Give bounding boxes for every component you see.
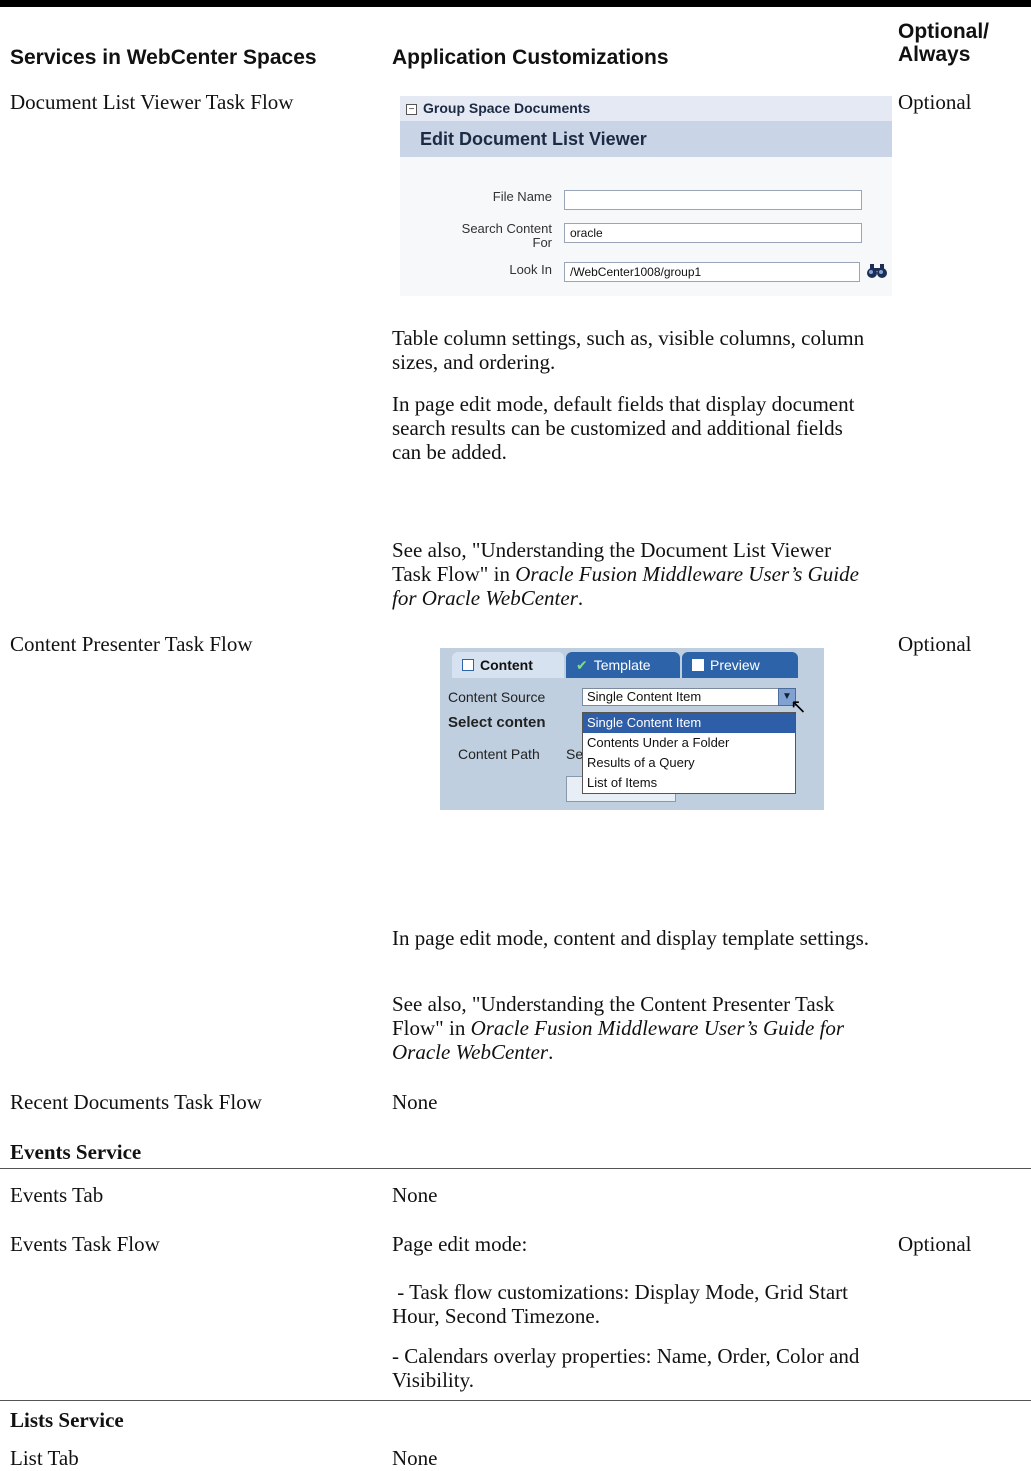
tab-strip: Content ✔ Template Preview: [440, 648, 824, 678]
see-also-suffix: .: [548, 1040, 554, 1064]
search-content-label-line1: Search Content: [461, 221, 552, 236]
binoculars-icon[interactable]: [866, 262, 888, 283]
option-single-content-item[interactable]: Single Content Item: [583, 713, 795, 733]
group-space-documents-header[interactable]: − Group Space Documents: [400, 96, 892, 121]
optional-document-list-viewer: Optional: [898, 90, 972, 114]
tab-preview-label: Preview: [710, 657, 760, 673]
header-optional-always: Optional/ Always: [898, 20, 989, 66]
content-presenter-see-also: See also, "Understanding the Content Pre…: [392, 992, 872, 1064]
option-results-of-query[interactable]: Results of a Query: [583, 753, 795, 773]
header-optional-line1: Optional/: [898, 20, 989, 43]
doc-list-viewer-para1: Table column settings, such as, visible …: [392, 326, 865, 374]
look-in-label: Look In: [509, 262, 552, 277]
file-name-field[interactable]: [564, 190, 862, 210]
collapse-icon[interactable]: −: [406, 103, 417, 115]
tab-template[interactable]: ✔ Template: [566, 652, 680, 678]
see-also-suffix: .: [577, 586, 584, 610]
events-task-flow-para3: - Calendars overlay properties: Name, Or…: [392, 1344, 860, 1392]
content-path-label: Content Path: [458, 746, 540, 762]
content-presenter-screenshot: Content ✔ Template Preview Content Source…: [440, 648, 824, 810]
tab-content[interactable]: Content: [452, 652, 564, 678]
content-path-value: Se: [566, 746, 584, 762]
events-task-flow-para2: - Task flow customizations: Display Mode…: [392, 1280, 854, 1328]
option-contents-under-folder[interactable]: Contents Under a Folder: [583, 733, 795, 753]
search-content-field[interactable]: oracle: [564, 223, 862, 243]
mouse-cursor-icon: ↖: [790, 696, 807, 718]
file-name-label: File Name: [492, 189, 552, 204]
service-events-task-flow: Events Task Flow: [10, 1232, 160, 1256]
panel-title: Edit Document List Viewer: [400, 121, 892, 157]
search-content-label: Search Content For: [412, 222, 552, 250]
tab-preview[interactable]: Preview: [682, 652, 798, 678]
service-recent-documents: Recent Documents Task Flow: [10, 1090, 262, 1114]
select-content-label: Select conten: [448, 714, 546, 731]
tab-content-label: Content: [480, 657, 533, 673]
content-source-label: Content Source: [448, 689, 546, 705]
content-source-value: Single Content Item: [587, 689, 702, 704]
content-presenter-para1: In page edit mode, content and display t…: [392, 926, 870, 950]
content-source-select[interactable]: Single Content Item ▼: [582, 688, 796, 706]
section-divider: [0, 1400, 1031, 1401]
optional-content-presenter: Optional: [898, 632, 972, 656]
header-customizations: Application Customizations: [392, 46, 669, 69]
service-document-list-viewer: Document List Viewer Task Flow: [10, 90, 294, 114]
look-in-field[interactable]: /WebCenter1008/group1: [564, 262, 860, 282]
service-list-tab: List Tab: [10, 1446, 79, 1470]
section-events-service: Events Service: [10, 1140, 142, 1164]
group-space-documents-title: Group Space Documents: [423, 100, 591, 116]
doc-list-viewer-see-also: See also, "Understanding the Document Li…: [392, 538, 872, 610]
section-divider: [0, 1168, 1031, 1169]
check-icon: ✔: [576, 657, 588, 673]
customization-events-tab: None: [392, 1183, 438, 1207]
top-rule: [0, 0, 1031, 7]
customization-list-tab: None: [392, 1446, 438, 1470]
customization-recent-documents: None: [392, 1090, 438, 1114]
search-content-label-line2: For: [532, 235, 553, 250]
events-task-flow-para1: Page edit mode:: [392, 1232, 528, 1256]
optional-events-task-flow: Optional: [898, 1232, 972, 1256]
content-source-options: Single Content Item Contents Under a Fol…: [582, 712, 796, 794]
doc-list-viewer-para2: In page edit mode, default fields that d…: [392, 392, 855, 464]
header-optional-line2: Always: [898, 43, 971, 66]
section-lists-service: Lists Service: [10, 1408, 124, 1432]
option-list-of-items[interactable]: List of Items: [583, 773, 795, 793]
tab-template-label: Template: [593, 657, 651, 673]
service-content-presenter: Content Presenter Task Flow: [10, 632, 253, 656]
header-services: Services in WebCenter Spaces: [10, 46, 317, 69]
edit-document-list-viewer-screenshot: − Group Space Documents Edit Document Lis…: [400, 96, 892, 296]
checkbox-icon: [462, 659, 474, 671]
service-events-tab: Events Tab: [10, 1183, 104, 1207]
checkbox-icon: [692, 659, 704, 671]
